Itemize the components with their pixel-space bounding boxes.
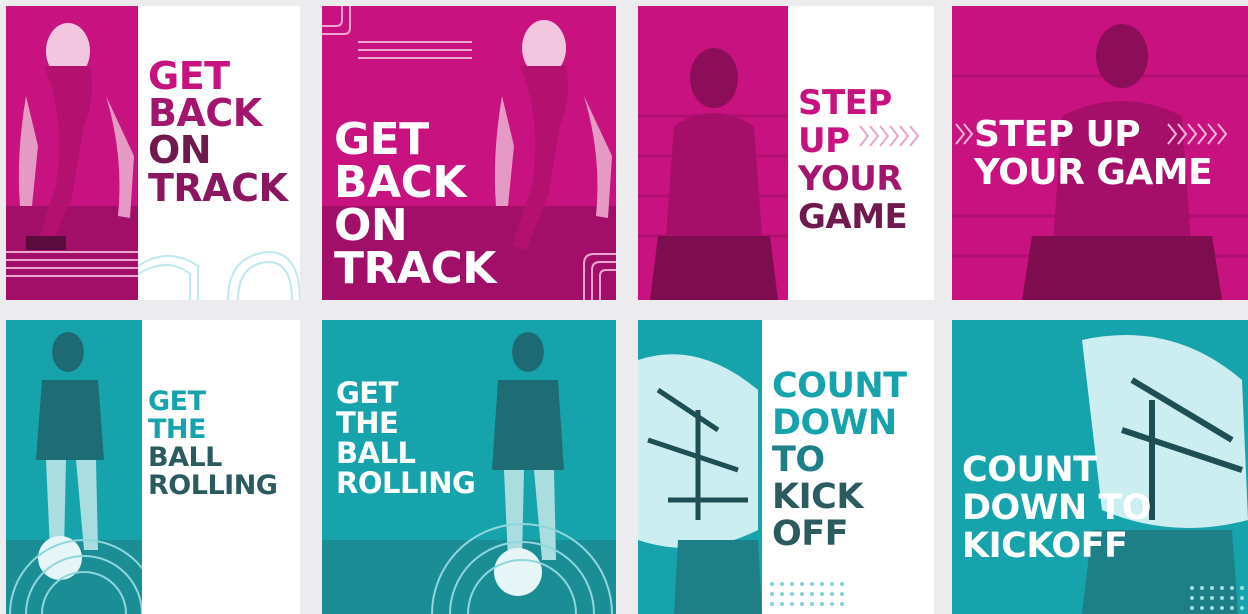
headline: GET BACK ON TRACK — [148, 54, 288, 210]
poster-count-down-to-kickoff-full[interactable]: COUNT DOWN TO KICKOFF — [952, 320, 1248, 614]
headline-line-3: BALL — [336, 436, 416, 471]
headline-line-3: YOUR — [798, 159, 903, 200]
headline-line-2: BACK — [334, 157, 466, 209]
headline-line-4: TRACK — [148, 165, 288, 210]
headline: STEP UP YOUR GAME — [974, 114, 1213, 194]
headline: GET THE BALL ROLLING — [336, 376, 476, 501]
headline-line-2: DOWN TO — [962, 487, 1152, 528]
headline-line-1: GET — [148, 386, 206, 417]
headline-line-1: GET — [148, 54, 230, 98]
poster-get-back-on-track-split[interactable]: GET BACK ON TRACK — [6, 6, 300, 300]
headline-line-1: COUNT — [962, 450, 1097, 490]
poster-step-up-your-game-split[interactable]: STEP UP YOUR GAME — [638, 6, 934, 300]
headline-line-1: GET — [336, 376, 398, 410]
headline-line-3: ON — [148, 128, 212, 173]
headline-line-1: GET — [334, 114, 429, 165]
headline-line-3: KICKOFF — [962, 525, 1128, 566]
headline-line-2: UP — [798, 121, 850, 162]
headline-line-4: KICK — [772, 477, 863, 518]
headline-line-1: STEP UP — [974, 114, 1141, 155]
headline-line-1: COUNT — [772, 366, 907, 406]
headline-line-2: DOWN — [772, 403, 897, 444]
poster-count-down-to-kick-off-split[interactable]: COUNT DOWN TO KICK OFF — [638, 320, 934, 614]
headline-line-2: BACK — [148, 91, 262, 136]
headline: COUNT DOWN TO KICK OFF — [772, 366, 907, 555]
headline: GET BACK ON TRACK — [334, 114, 496, 295]
headline-line-4: TRACK — [334, 243, 496, 295]
headline-line-5: OFF — [772, 514, 849, 555]
poster-get-the-ball-rolling-split[interactable]: GET THE BALL ROLLING — [6, 320, 300, 614]
headline: COUNT DOWN TO KICKOFF — [962, 450, 1152, 566]
headline-line-4: ROLLING — [336, 466, 476, 501]
headline-line-1: STEP — [798, 83, 892, 123]
headline-line-2: THE — [148, 414, 206, 446]
poster-get-the-ball-rolling-full[interactable]: GET THE BALL ROLLING — [322, 320, 616, 614]
headline-line-3: BALL — [148, 442, 222, 474]
headline-line-2: THE — [336, 406, 399, 441]
headline: GET THE BALL ROLLING — [148, 386, 278, 502]
headline-line-4: GAME — [798, 197, 908, 238]
poster-get-back-on-track-full[interactable]: GET BACK ON TRACK — [322, 6, 616, 300]
headline-line-3: TO — [772, 440, 825, 481]
headline-line-2: YOUR GAME — [974, 152, 1213, 194]
poster-step-up-your-game-full[interactable]: STEP UP YOUR GAME — [952, 6, 1248, 300]
headline: STEP UP YOUR GAME — [798, 83, 908, 238]
headline-line-3: ON — [334, 200, 408, 252]
headline-line-4: ROLLING — [148, 470, 278, 502]
